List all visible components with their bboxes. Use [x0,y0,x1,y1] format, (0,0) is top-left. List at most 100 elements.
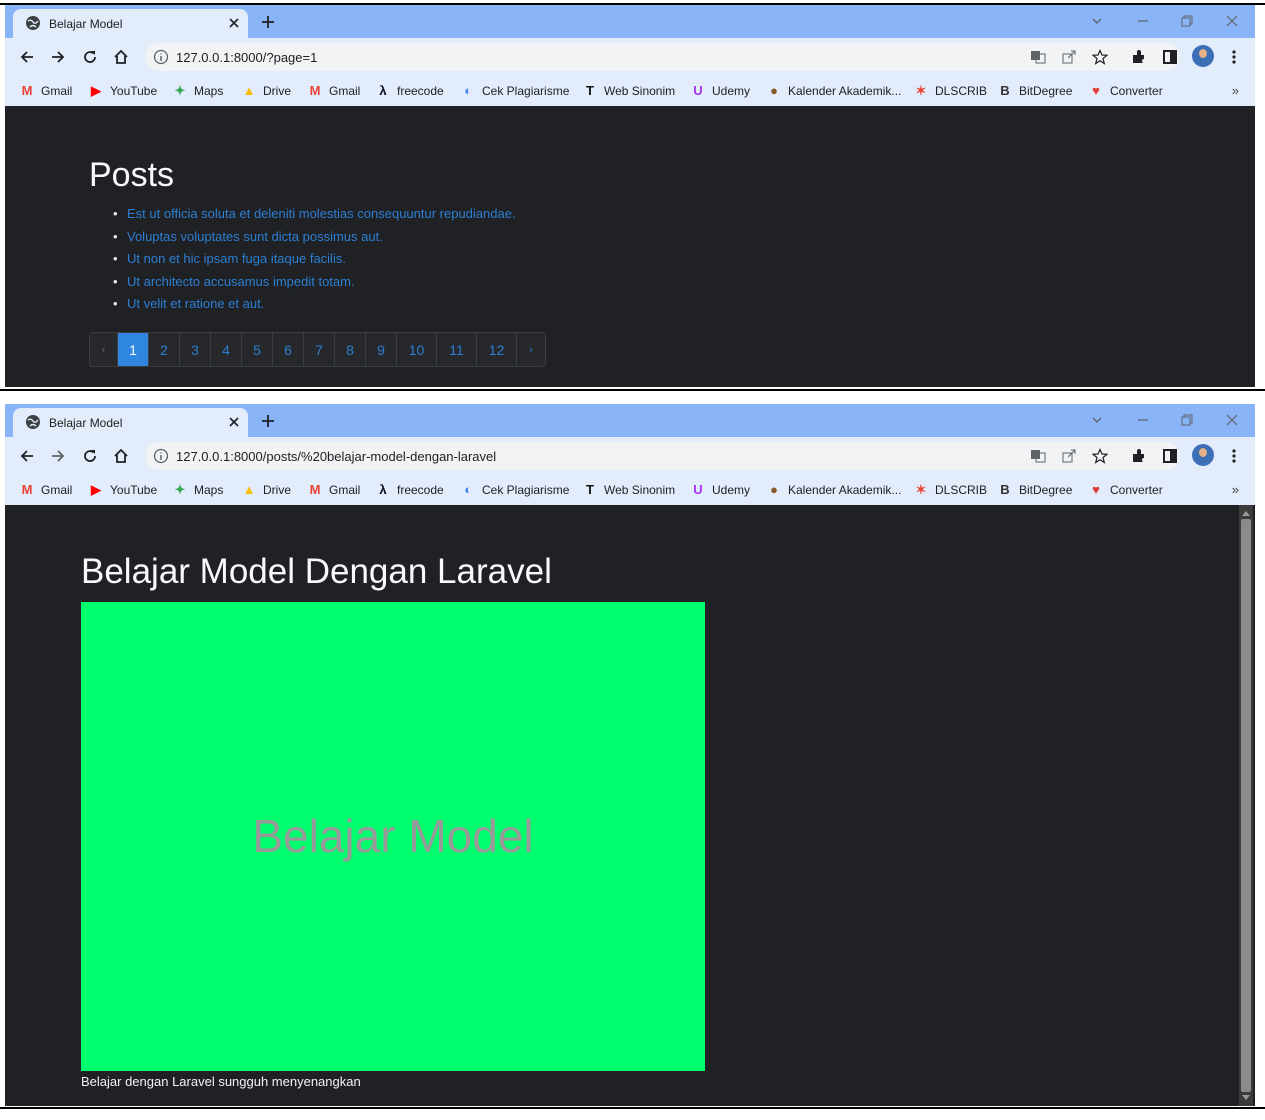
freecodecamp-icon: λ [379,83,387,98]
back-icon[interactable] [18,447,36,465]
page-10-button[interactable]: 10 [397,333,437,366]
scroll-up-icon[interactable] [1242,511,1250,516]
page-6-button[interactable]: 6 [273,333,304,366]
side-panel-icon[interactable] [1161,48,1179,66]
scrollbar[interactable] [1239,505,1253,1106]
bookmark-star-icon[interactable] [1092,448,1108,464]
new-tab-icon[interactable] [259,412,277,430]
converter-icon: ♥ [1092,482,1100,497]
university-icon: ● [770,83,778,98]
bookmark-star-icon[interactable] [1092,49,1108,65]
extensions-icon[interactable] [1130,48,1148,66]
share-icon[interactable] [1061,448,1077,464]
translate-icon[interactable] [1030,448,1046,464]
new-tab-icon[interactable] [259,13,277,31]
reload-icon[interactable] [81,48,99,66]
page-3-button[interactable]: 3 [180,333,211,366]
back-icon[interactable] [18,48,36,66]
url-text[interactable]: 127.0.0.1:8000/?page=1 [176,50,317,65]
browser-window-posts: Belajar Model 127.0.0.1:8000/?page=1 M Gm… [5,5,1255,387]
pagination-next-button[interactable]: › [517,333,545,366]
freecodecamp-icon: λ [379,482,387,497]
page-8-button[interactable]: 8 [335,333,366,366]
browser-tab[interactable]: Belajar Model [13,408,248,437]
home-icon[interactable] [112,48,130,66]
forward-icon[interactable] [49,48,67,66]
home-icon[interactable] [112,447,130,465]
bookmarks-bar: M Gmail ▶ YouTube ✦ Maps ▲ Drive M Gmail λ freecode… [5,75,1255,106]
pagination-prev-button[interactable]: ‹ [90,333,118,366]
more-bookmarks-icon[interactable]: » [1232,83,1239,98]
address-bar[interactable]: 127.0.0.1:8000/?page=1 [145,43,1180,71]
close-tab-icon[interactable] [226,414,242,430]
bookmark-label: Udemy [712,483,751,497]
post-link[interactable]: Ut velit et ratione et aut. [127,296,264,311]
window-close-icon[interactable] [1224,412,1240,428]
tab-search-icon[interactable] [1089,412,1105,428]
address-bar[interactable]: 127.0.0.1:8000/posts/%20belajar-model-de… [145,442,1180,470]
profile-avatar[interactable] [1192,45,1214,67]
page-11-button[interactable]: 11 [437,333,477,366]
bitdegree-icon: B [1000,83,1010,98]
info-icon[interactable] [153,448,169,464]
udemy-icon: U [693,83,703,98]
bitdegree-icon: B [1000,482,1010,497]
page-content: Belajar Model Dengan Laravel Belajar Mod… [5,505,1255,1106]
browser-tab[interactable]: Belajar Model [13,9,248,38]
browser-toolbar: 127.0.0.1:8000/posts/%20belajar-model-de… [5,437,1255,474]
minimize-icon[interactable] [1135,412,1151,428]
tab-search-icon[interactable] [1089,13,1105,29]
list-item: Ut velit et ratione et aut. [109,296,516,319]
restore-icon[interactable] [1179,13,1195,29]
gmail-icon: M [309,83,321,98]
plagiarism-icon: ◐ [464,83,472,98]
side-panel-icon[interactable] [1161,447,1179,465]
page-4-button[interactable]: 4 [211,333,242,366]
page-1-button[interactable]: 1 [118,333,149,366]
extensions-icon[interactable] [1130,447,1148,465]
maps-icon: ✦ [174,482,186,497]
forward-icon[interactable] [49,447,67,465]
menu-icon[interactable] [1225,447,1243,465]
post-link[interactable]: Ut architecto accusamus impedit totam. [127,274,355,289]
drive-icon: ▲ [242,83,256,98]
sinonim-icon: T [586,482,594,497]
post-link[interactable]: Est ut officia soluta et deleniti molest… [127,206,516,221]
reload-icon[interactable] [81,447,99,465]
gmail-icon: M [309,482,321,497]
profile-avatar[interactable] [1192,444,1214,466]
minimize-icon[interactable] [1135,13,1151,29]
tab-title: Belajar Model [49,17,123,31]
page-2-button[interactable]: 2 [149,333,180,366]
bookmark-label: Converter [1110,84,1163,98]
post-link[interactable]: Ut non et hic ipsam fuga itaque facilis. [127,251,346,266]
scroll-down-icon[interactable] [1242,1095,1250,1100]
bookmark-label: Maps [194,84,224,98]
bookmark-label: BitDegree [1019,84,1073,98]
page-5-button[interactable]: 5 [242,333,273,366]
separator-bottom [0,1107,1265,1109]
post-body: Belajar dengan Laravel sungguh menyenang… [81,1074,361,1089]
post-image: Belajar Model [81,602,705,1071]
bookmark-label: Udemy [712,84,751,98]
page-7-button[interactable]: 7 [304,333,335,366]
close-tab-icon[interactable] [226,15,242,31]
translate-icon[interactable] [1030,49,1046,65]
scroll-thumb[interactable] [1241,519,1251,1092]
share-icon[interactable] [1061,49,1077,65]
info-icon[interactable] [153,49,169,65]
url-text[interactable]: 127.0.0.1:8000/posts/%20belajar-model-de… [176,449,496,464]
page-12-button[interactable]: 12 [477,333,517,366]
udemy-icon: U [693,482,703,497]
more-bookmarks-icon[interactable]: » [1232,482,1239,497]
post-list: Est ut officia soluta et deleniti molest… [109,206,516,319]
post-link[interactable]: Voluptas voluptates sunt dicta possimus … [127,229,383,244]
menu-icon[interactable] [1225,48,1243,66]
window-close-icon[interactable] [1224,13,1240,29]
bookmark-label: Web Sinonim [604,483,676,497]
page-9-button[interactable]: 9 [366,333,397,366]
youtube-icon: ▶ [91,482,101,497]
restore-icon[interactable] [1179,412,1195,428]
bookmark-label: Kalender Akademik... [788,483,902,497]
post-title: Belajar Model Dengan Laravel [81,552,552,591]
